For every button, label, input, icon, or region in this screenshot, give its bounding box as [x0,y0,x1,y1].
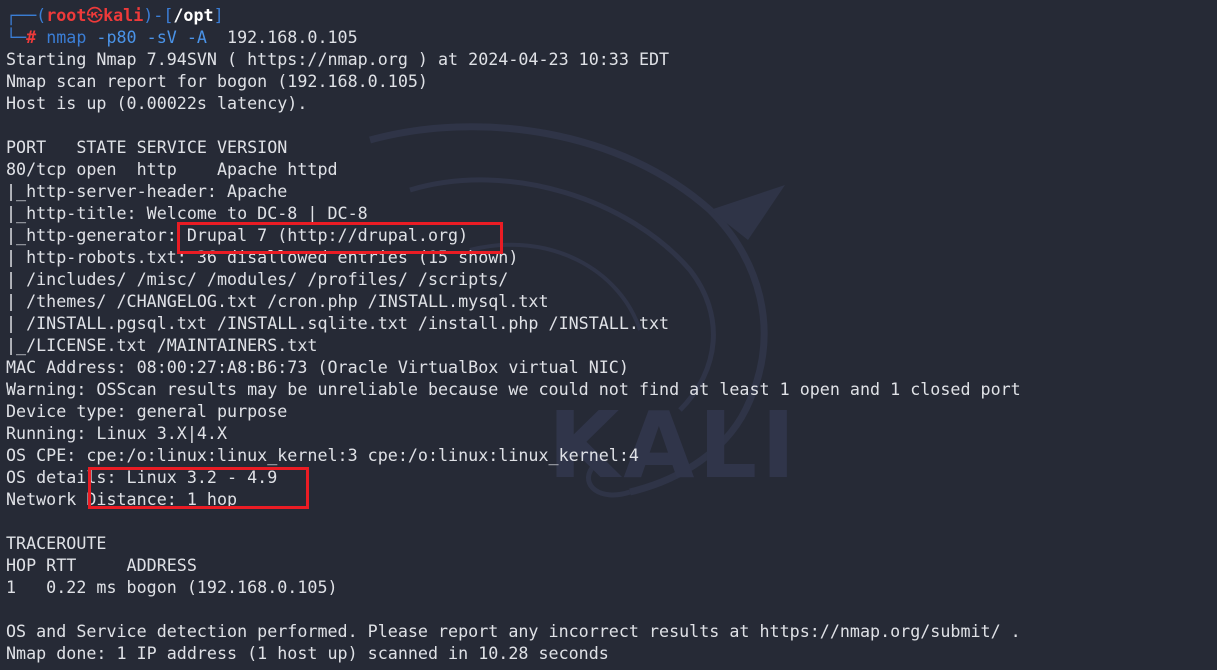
output-line: | http-robots.txt: 36 disallowed entries… [6,247,519,267]
prompt-corner-bottom: └─ [6,27,27,47]
prompt-at-icon: ㉿ [86,5,104,25]
prompt-user: root [46,5,87,25]
output-line: OS CPE: cpe:/o:linux:linux_kernel:3 cpe:… [6,445,639,465]
prompt-hash: # [26,27,37,47]
output-line: | /INSTALL.pgsql.txt /INSTALL.sqlite.txt… [6,313,670,333]
command-target: 192.168.0.105 [227,27,358,47]
output-line: TRACEROUTE [6,533,107,553]
output-line: OS and Service detection performed. Plea… [6,621,1021,641]
output-line: | /includes/ /misc/ /modules/ /profiles/… [6,269,509,289]
output-line: Nmap scan report for bogon (192.168.0.10… [6,71,428,91]
prompt-separator: )-[ [143,5,174,25]
output-line: |_/LICENSE.txt /MAINTAINERS.txt [6,335,318,355]
prompt-close: ] [213,5,224,25]
output-line: 1 0.22 ms bogon (192.168.0.105) [6,577,338,597]
output-line: Running: Linux 3.X|4.X [6,423,228,443]
output-line: 80/tcp open http Apache httpd [6,159,338,179]
terminal-output: ┌──(root㉿kali)-[/opt] └─# nmap -p80 -sV … [6,4,1021,664]
prompt-line-1: ┌──(root㉿kali)-[/opt] [6,4,1021,26]
output-line: Warning: OSScan results may be unreliabl… [6,379,1021,399]
prompt-corner: ┌──( [6,5,47,25]
output-line: Starting Nmap 7.94SVN ( https://nmap.org… [6,49,670,69]
output-line: Nmap done: 1 IP address (1 host up) scan… [6,643,609,663]
output-line: PORT STATE SERVICE VERSION [6,137,288,157]
command-name: nmap [46,27,87,47]
output-line: MAC Address: 08:00:27:A8:B6:73 (Oracle V… [6,357,629,377]
output-line: |_http-generator: Drupal 7 (http://drupa… [6,225,469,245]
output-line: |_http-server-header: Apache [6,181,288,201]
terminal-window[interactable]: KALI ┌──(root㉿kali)-[/opt] └─# nmap -p80… [0,0,1217,670]
output-line: HOP RTT ADDRESS [6,555,197,575]
highlight-box-os-details [88,467,309,509]
output-line: Host is up (0.00022s latency). [6,93,308,113]
prompt-line-2[interactable]: └─# nmap -p80 -sV -A 192.168.0.105 [6,26,1021,48]
output-line: | /themes/ /CHANGELOG.txt /cron.php /INS… [6,291,549,311]
output-line: Device type: general purpose [6,401,288,421]
prompt-cwd: /opt [173,5,214,25]
highlight-box-drupal [177,222,503,254]
prompt-host: kali [103,5,144,25]
command-args: -p80 -sV -A [96,27,207,47]
output-line: |_http-title: Welcome to DC-8 | DC-8 [6,203,368,223]
